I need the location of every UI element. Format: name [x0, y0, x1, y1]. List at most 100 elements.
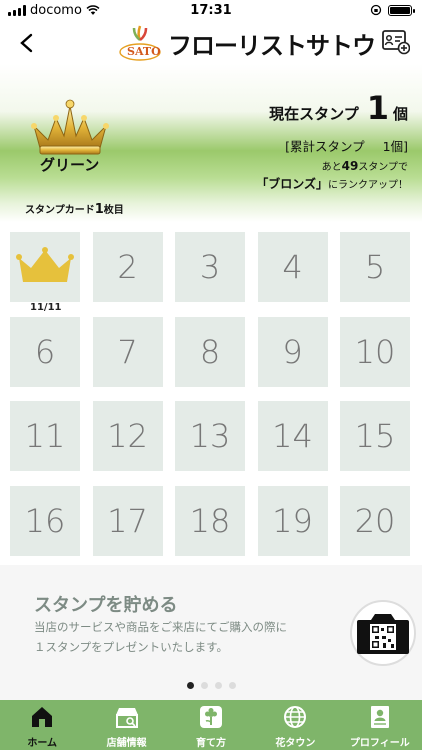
back-button[interactable] [12, 28, 42, 58]
stamp-cell-number: 5 [364, 248, 386, 286]
stamp-cell: 18 [175, 485, 245, 556]
logo-text: フローリストサトウ [168, 31, 376, 60]
stamp-cell-number: 8 [199, 332, 221, 371]
stamp-cell-number: 10 [354, 332, 396, 371]
rank-name: グリーン [40, 156, 100, 174]
stamp-cell: 4 [257, 232, 328, 302]
tab-store-info[interactable]: 店舗情報 [84, 700, 168, 750]
info-line-1: 当店のサービスや商品をご来店にてご購入の際に [34, 620, 287, 634]
stamp-cell: 19 [257, 485, 328, 556]
stamp-cell-number: 6 [34, 332, 56, 371]
rankup-rank: 「ブロンズ」 [256, 177, 328, 191]
stamp-cell: 16 [10, 485, 80, 556]
page-dot-1[interactable] [186, 682, 194, 689]
page-dot-4[interactable] [228, 682, 236, 689]
member-card-button[interactable] [382, 29, 411, 55]
qr-camera-button[interactable] [350, 600, 416, 666]
tab-profile-label: プロフィール [349, 738, 410, 749]
page-indicator[interactable] [0, 682, 422, 689]
stamp-cell-number: 14 [272, 417, 313, 455]
stamp-cell: 5 [340, 232, 410, 302]
stamp-cell-number: 15 [354, 417, 396, 455]
stamp-cell: 20 [340, 485, 410, 556]
stamp-cell-number: 18 [189, 501, 231, 540]
status-time: 17:31 [190, 3, 232, 18]
rankup-suffix: スタンプで [358, 162, 408, 173]
stamp-cell: 9 [257, 316, 328, 387]
tab-bar: ホーム 店舗情報 育て方 花タウン プロフィール [0, 700, 422, 750]
battery-icon [388, 4, 415, 16]
chevron-left-icon [20, 33, 33, 53]
total-stamp-label: [累計スタンプ [285, 139, 365, 154]
stamp-cell: 2 [92, 232, 163, 302]
card-number: スタンプカード1枚目 [25, 201, 124, 217]
stamp-cell-number: 11 [24, 417, 66, 455]
qr-camera-icon [357, 614, 409, 654]
stamp-cell-number: 13 [189, 417, 231, 455]
card-unit: 枚目 [103, 205, 124, 216]
member-card-icon [382, 30, 411, 55]
tab-flower-town-label: 花タウン [275, 738, 316, 749]
stamp-cell-number: 12 [107, 417, 148, 455]
tab-home[interactable]: ホーム [0, 700, 84, 750]
page-dot-2[interactable] [200, 682, 208, 689]
stamp-cell: 3 [175, 232, 245, 302]
store-icon [115, 708, 138, 728]
stamp-cell-number: 9 [282, 332, 303, 371]
rankup-prefix: あと [321, 162, 342, 173]
stamp-cell: 7 [92, 316, 163, 387]
stamp-date: 11/11 [30, 302, 62, 313]
rankup-tail: にランクアップ！ [328, 180, 408, 191]
stamp-cell-number: 4 [282, 248, 303, 286]
stamp-cell: 8 [175, 316, 245, 387]
stamp-cell: 15 [340, 401, 410, 471]
stamp-cell: 11 [10, 401, 80, 471]
current-stamp-label: 現在スタンプ [269, 105, 359, 123]
stamp-cell: 17 [92, 485, 163, 556]
home-icon [32, 707, 53, 727]
tab-care-guide-label: 育て方 [196, 738, 227, 749]
stamp-crown-icon [16, 247, 74, 282]
stamp-cell: 6 [10, 316, 80, 387]
stamp-cell-number: 19 [272, 501, 313, 540]
tab-home-label: ホーム [27, 738, 58, 749]
stamp-cell-number: 7 [117, 332, 138, 371]
tab-flower-town[interactable]: 花タウン [253, 700, 337, 750]
orientation-lock-icon [370, 4, 382, 16]
tab-profile[interactable]: プロフィール [338, 700, 422, 750]
page-dot-3[interactable] [214, 682, 222, 689]
info-line-2: １スタンプをプレゼントいたします。 [34, 640, 229, 654]
stamp-cell-stamped [10, 232, 80, 302]
sato-logo-mark: SATO [118, 24, 162, 62]
rankup-message: あと49スタンプで 「ブロンズ」にランクアップ！ [256, 158, 408, 194]
rankup-count: 49 [341, 159, 359, 173]
stamp-cell: 14 [257, 401, 328, 471]
current-stamp-unit: 個 [392, 105, 408, 123]
info-description: 当店のサービスや商品をご来店にてご購入の際に １スタンプをプレゼントいたします。 [34, 617, 287, 657]
stamp-cell-number: 2 [117, 248, 138, 286]
info-panel: スタンプを貯める 当店のサービスや商品をご来店にてご購入の際に １スタンプをプレ… [0, 565, 422, 700]
stamp-cell-number: 17 [107, 501, 148, 540]
stamp-cell: 10 [340, 316, 410, 387]
info-title: スタンプを貯める [34, 595, 178, 616]
rank-panel: グリーン 現在スタンプ 1 個 [累計スタンプ 1個] あと49スタンプで 「ブロ… [0, 64, 422, 222]
flower-icon [200, 706, 223, 728]
total-stamp-count: [累計スタンプ 1個] [285, 136, 408, 155]
stamp-cell-number: 3 [199, 248, 221, 286]
stamp-cell: 12 [92, 401, 163, 471]
current-stamp-number: 1 [366, 89, 389, 127]
stamp-cell-number: 20 [354, 501, 396, 540]
logo-sub: SATO [127, 45, 161, 58]
stamp-cell: 13 [175, 401, 245, 471]
total-stamp-number: 1個] [382, 139, 408, 154]
globe-icon [284, 706, 307, 728]
shop-logo: SATO フローリストサトウ [118, 24, 376, 62]
stamp-cell-number: 16 [24, 501, 66, 540]
current-stamp-count: 現在スタンプ 1 個 [269, 92, 408, 124]
tab-care-guide[interactable]: 育て方 [169, 700, 253, 750]
tab-store-info-label: 店舗情報 [106, 738, 147, 749]
status-bar: docomo 17:31 [0, 0, 422, 22]
nav-bar: SATO フローリストサトウ [0, 22, 422, 64]
crown-icon [31, 99, 109, 155]
card-number-value: 1 [94, 202, 104, 217]
